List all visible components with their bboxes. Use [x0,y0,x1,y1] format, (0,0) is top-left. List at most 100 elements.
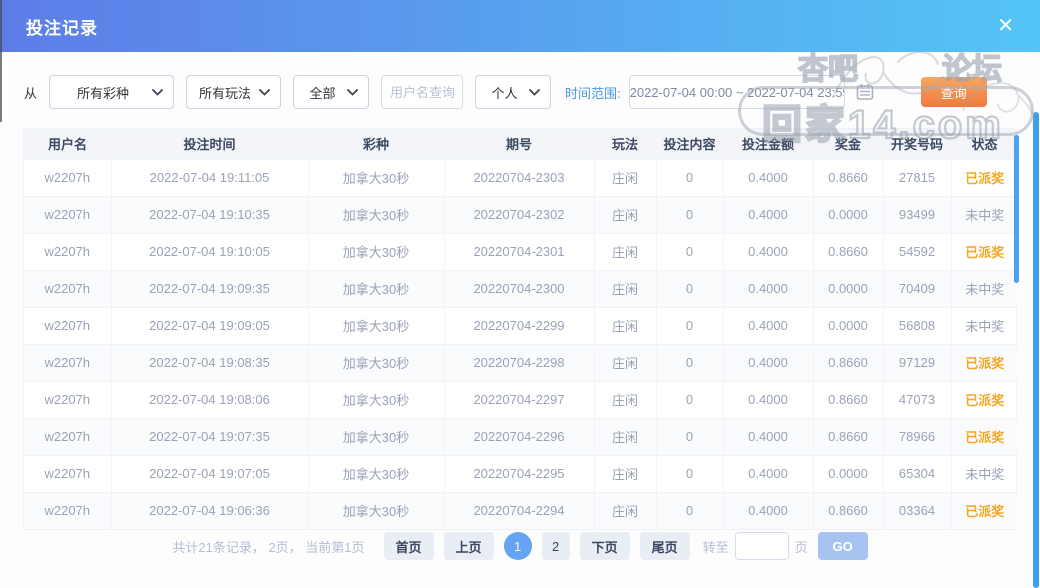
cell-time: 2022-07-04 19:08:35 [111,343,309,381]
page-number-button[interactable]: 2 [541,532,570,560]
next-page-button[interactable]: 下页 [579,532,630,560]
cell-number: 93499 [883,195,952,233]
cell-time: 2022-07-04 19:09:35 [111,269,309,307]
cell-username: w2207h [24,269,112,307]
cell-lottery: 加拿大30秒 [308,454,445,492]
column-header: 期号 [444,129,594,159]
cell-time: 2022-07-04 19:11:05 [111,158,309,196]
cell-status: 未中奖 [951,195,1018,233]
cell-lottery: 加拿大30秒 [308,269,445,307]
scope-select-value: 全部 [309,85,336,101]
cell-number: 70409 [883,269,952,307]
cell-username: w2207h [24,417,112,455]
cell-username: w2207h [24,158,112,196]
cell-content: 0 [656,232,724,270]
chevron-down-icon [347,88,358,96]
cell-prize: 0.8660 [813,158,884,196]
cell-username: w2207h [24,491,112,529]
username-search-input[interactable] [381,75,464,109]
cell-period: 20220704-2302 [444,195,595,233]
cell-prize: 0.8660 [813,343,884,381]
cell-username: w2207h [24,454,112,492]
person-select-value: 个人 [491,85,518,101]
cell-username: w2207h [24,232,112,270]
pagination-summary: 共计21条记录， 2页， 当前第1页 [172,539,365,555]
cell-lottery: 加拿大30秒 [308,380,445,418]
window-edge [0,0,2,122]
cell-play: 庄闲 [594,491,657,529]
cell-time: 2022-07-04 19:08:06 [111,380,309,418]
cell-time: 2022-07-04 19:06:36 [111,491,309,529]
pagination-bar: 共计21条记录， 2页， 当前第1页 首页 上页 12 下页 尾页 转至 页 G… [0,532,1040,560]
goto-page-input[interactable] [734,532,789,560]
cell-time: 2022-07-04 19:10:05 [111,232,309,270]
calendar-icon[interactable] [855,82,875,102]
time-range-input[interactable] [628,75,845,109]
cell-lottery: 加拿大30秒 [308,232,445,270]
cell-play: 庄闲 [594,158,657,196]
cell-period: 20220704-2296 [444,417,595,455]
close-icon[interactable]: ✕ [997,16,1014,36]
first-page-button[interactable]: 首页 [383,532,434,560]
table-row: w2207h 2022-07-04 19:08:35 加拿大30秒 20220704-… [24,343,1018,381]
cell-prize: 0.0000 [813,195,884,233]
play-type-select[interactable]: 所有玩法 [186,75,282,109]
cell-prize: 0.0000 [813,454,884,492]
column-header: 投注金额 [723,129,813,159]
cell-status: 未中奖 [951,269,1018,307]
cell-number: 65304 [883,454,952,492]
table-row: w2207h 2022-07-04 19:09:05 加拿大30秒 20220704-… [24,306,1018,344]
cell-time: 2022-07-04 19:07:05 [111,454,309,492]
person-select[interactable]: 个人 [475,75,552,109]
search-button[interactable]: 查询 [920,77,987,107]
cell-amount: 0.4000 [723,269,814,307]
cell-amount: 0.4000 [723,343,814,381]
cell-period: 20220704-2300 [444,269,595,307]
cell-prize: 0.8660 [813,380,884,418]
cell-time: 2022-07-04 19:10:35 [111,195,309,233]
go-button[interactable]: GO [817,532,868,560]
lottery-type-select[interactable]: 所有彩种 [49,75,175,109]
cell-lottery: 加拿大30秒 [308,195,445,233]
cell-content: 0 [656,306,724,344]
play-type-select-value: 所有玩法 [199,85,252,101]
prev-page-button[interactable]: 上页 [443,532,494,560]
page-scrollbar-thumb[interactable] [1033,112,1039,588]
last-page-button[interactable]: 尾页 [639,532,690,560]
column-header: 投注时间 [111,129,308,159]
table-row: w2207h 2022-07-04 19:10:05 加拿大30秒 20220704-… [24,232,1018,270]
column-header: 玩法 [594,129,656,159]
cell-number: 78966 [883,417,952,455]
column-header: 状态 [951,129,1018,159]
cell-content: 0 [656,380,724,418]
cell-play: 庄闲 [594,195,657,233]
table-row: w2207h 2022-07-04 19:10:35 加拿大30秒 20220704-… [24,195,1018,233]
column-header: 投注内容 [656,129,723,159]
table-row: w2207h 2022-07-04 19:07:35 加拿大30秒 20220704-… [24,417,1018,455]
column-header: 用户名 [24,129,111,159]
cell-number: 03364 [883,491,952,529]
cell-period: 20220704-2301 [444,232,595,270]
cell-status: 已派奖 [951,343,1018,381]
table-header-row: 用户名 投注时间 彩种 期号 玩法 投注内容 投注金额 奖金 开奖号码 状态 [24,129,1018,159]
column-header: 奖金 [813,129,883,159]
cell-content: 0 [656,158,724,196]
scope-select[interactable]: 全部 [293,75,370,109]
cell-prize: 0.8660 [813,232,884,270]
modal-title: 投注记录 [26,18,98,38]
column-header: 开奖号码 [883,129,951,159]
from-label: 从 [24,85,38,101]
cell-period: 20220704-2297 [444,380,595,418]
table-row: w2207h 2022-07-04 19:09:35 加拿大30秒 20220704-… [24,269,1018,307]
table-row: w2207h 2022-07-04 19:11:05 加拿大30秒 20220704-… [24,158,1018,196]
chevron-down-icon [529,88,540,96]
cell-number: 54592 [883,232,952,270]
cell-lottery: 加拿大30秒 [308,417,445,455]
cell-prize: 0.0000 [813,269,884,307]
cell-play: 庄闲 [594,380,657,418]
cell-status: 已派奖 [951,491,1018,529]
cell-lottery: 加拿大30秒 [308,306,445,344]
table-scrollbar-thumb[interactable] [1014,135,1019,283]
cell-prize: 0.0000 [813,306,884,344]
page-number-button[interactable]: 1 [503,532,532,560]
